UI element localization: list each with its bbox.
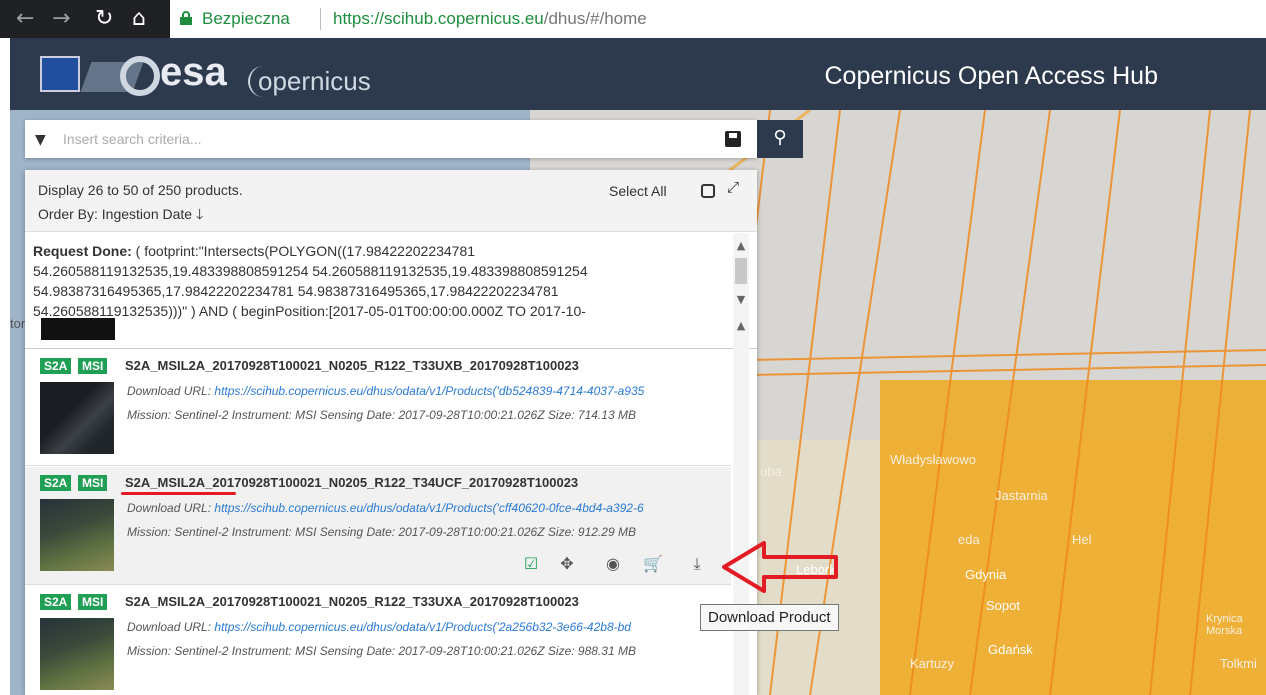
address-separator <box>320 8 321 30</box>
download-url-link[interactable]: https://scihub.copernicus.eu/dhus/odata/… <box>214 501 643 515</box>
results-panel: Display 26 to 50 of 250 products. Order … <box>25 170 757 695</box>
map-label-fragment-uba: uba <box>760 464 782 479</box>
esa-logo-text: esa <box>160 50 227 94</box>
eye-icon[interactable]: ◉ <box>602 553 624 575</box>
page-title: Copernicus Open Access Hub <box>824 62 1158 90</box>
esa-logo-mark <box>120 56 160 96</box>
map-label-wladyslawowo: Władysławowo <box>890 452 976 467</box>
map-label-jastarnia: Jastarnia <box>995 488 1048 503</box>
product-item[interactable]: S2A MSI S2A_MSIL2A_20170928T100021_N0205… <box>25 586 731 695</box>
download-url-label: Download URL: <box>127 501 212 515</box>
mission-tag: S2A <box>40 358 72 374</box>
download-url-link[interactable]: https://scihub.copernicus.eu/dhus/odata/… <box>214 384 644 398</box>
check-square-icon[interactable]: ☑ <box>520 553 542 575</box>
scroll-thumb[interactable] <box>735 258 747 284</box>
zoom-to-product-icon[interactable]: ✥ <box>556 553 578 575</box>
order-by-label: Order By: Ingestion Date <box>38 206 193 222</box>
search-button[interactable]: ⚲ <box>757 120 803 158</box>
list-scroll-up-icon[interactable]: ▲ <box>733 319 749 332</box>
select-all-checkbox[interactable] <box>701 184 715 198</box>
back-icon[interactable]: ← <box>16 6 34 32</box>
search-input[interactable] <box>63 128 703 150</box>
map-label-gdynia: Gdynia <box>965 567 1007 582</box>
instrument-tag: MSI <box>78 475 108 491</box>
request-label: Request Done: <box>33 243 132 259</box>
results-count: Display 26 to 50 of 250 products. <box>38 182 243 198</box>
request-line-4: 54.260588119132535)))" ) AND ( beginPosi… <box>33 303 586 319</box>
app-header: esa opernicus Copernicus Open Access Hub <box>10 38 1266 110</box>
cart-icon[interactable]: 🛒 <box>642 553 664 575</box>
select-all-label[interactable]: Select All <box>609 183 667 199</box>
sort-down-icon[interactable]: 🡓 <box>196 206 203 222</box>
request-info: Request Done: ( footprint:"Intersects(PO… <box>25 233 757 349</box>
search-icon: ⚲ <box>773 127 787 148</box>
url-host: https://scihub.copernicus.eu <box>333 9 544 28</box>
redaction-box <box>41 318 115 340</box>
results-header: Display 26 to 50 of 250 products. Order … <box>25 170 757 232</box>
address-bar[interactable]: Bezpieczna https://scihub.copernicus.eu/… <box>170 0 1266 38</box>
product-item[interactable]: S2A MSI S2A_MSIL2A_20170928T100021_N0205… <box>25 350 731 466</box>
product-name[interactable]: S2A_MSIL2A_20170928T100021_N0205_R122_T3… <box>125 594 579 610</box>
instrument-tag: MSI <box>78 594 108 610</box>
mission-tag: S2A <box>40 475 72 491</box>
map-label-fragment-tor: tor <box>10 316 26 331</box>
filter-icon[interactable]: ▼ <box>35 132 46 148</box>
map-label-hel: Hel <box>1072 532 1092 547</box>
scroll-up-icon[interactable]: ▲ <box>733 239 749 252</box>
product-info: Mission: Sentinel-2 Instrument: MSI Sens… <box>127 644 636 658</box>
request-query: Request Done: ( footprint:"Intersects(PO… <box>33 241 733 321</box>
download-url-link[interactable]: https://scihub.copernicus.eu/dhus/odata/… <box>214 620 631 634</box>
reload-icon[interactable]: ↻ <box>95 6 113 32</box>
order-by[interactable]: Order By: Ingestion Date 🡓 <box>38 204 203 228</box>
map-label-fragment-eda: eda <box>958 532 980 547</box>
product-name[interactable]: S2A_MSIL2A_20170928T100021_N0205_R122_T3… <box>125 475 578 491</box>
product-thumbnail[interactable] <box>40 382 114 454</box>
url-path: /dhus/#/home <box>543 9 647 28</box>
search-bar: ▼ <box>25 120 757 158</box>
product-item[interactable]: S2A MSI S2A_MSIL2A_20170928T100021_N0205… <box>25 467 731 585</box>
mission-tag: S2A <box>40 594 72 610</box>
browser-toolbar: ← → ↻ ⌂ Bezpieczna https://scihub.copern… <box>0 0 1266 38</box>
map-label-kartuzy: Kartuzy <box>910 656 955 671</box>
download-url-line: Download URL: https://scihub.copernicus.… <box>127 384 717 398</box>
instrument-tag: MSI <box>78 358 108 374</box>
secure-label: Bezpieczna <box>202 9 290 28</box>
download-url-line: Download URL: https://scihub.copernicus.… <box>127 620 717 634</box>
annotation-underline <box>121 492 236 495</box>
expand-icon[interactable]: ⤢ <box>727 178 739 196</box>
eu-logo <box>40 56 80 92</box>
product-info: Mission: Sentinel-2 Instrument: MSI Sens… <box>127 525 636 539</box>
map-label-tolkmicko: Tolkmi <box>1220 656 1257 671</box>
map-label-gdansk: Gdańsk <box>988 642 1033 657</box>
home-icon[interactable]: ⌂ <box>132 6 146 32</box>
product-thumbnail[interactable] <box>40 618 114 690</box>
product-name[interactable]: S2A_MSIL2A_20170928T100021_N0205_R122_T3… <box>125 358 579 374</box>
scroll-down-icon[interactable]: ▼ <box>733 293 749 306</box>
request-line-3: 54.98387316495365,17.98422202234781 54.9… <box>33 283 559 299</box>
annotation-arrow <box>722 541 838 593</box>
download-url-label: Download URL: <box>127 384 212 398</box>
map-label-krynica: Krynica Morska <box>1206 613 1243 637</box>
request-line-1: ( footprint:"Intersects(POLYGON((17.9842… <box>131 243 476 259</box>
lock-icon <box>180 11 192 25</box>
product-thumbnail[interactable] <box>40 499 114 571</box>
product-info: Mission: Sentinel-2 Instrument: MSI Sens… <box>127 408 636 422</box>
request-line-2: 54.260588119132535,19.483398808591254 54… <box>33 263 588 279</box>
map-label-sopot: Sopot <box>986 598 1020 613</box>
download-tooltip: Download Product <box>700 604 839 631</box>
url-text[interactable]: https://scihub.copernicus.eu/dhus/#/home <box>333 9 647 29</box>
download-url-label: Download URL: <box>127 620 212 634</box>
copernicus-logo-text: opernicus <box>248 66 371 97</box>
download-url-line: Download URL: https://scihub.copernicus.… <box>127 501 717 515</box>
save-search-icon[interactable] <box>725 131 741 147</box>
download-icon[interactable]: ⤓ <box>686 553 708 575</box>
forward-icon[interactable]: → <box>52 6 70 32</box>
